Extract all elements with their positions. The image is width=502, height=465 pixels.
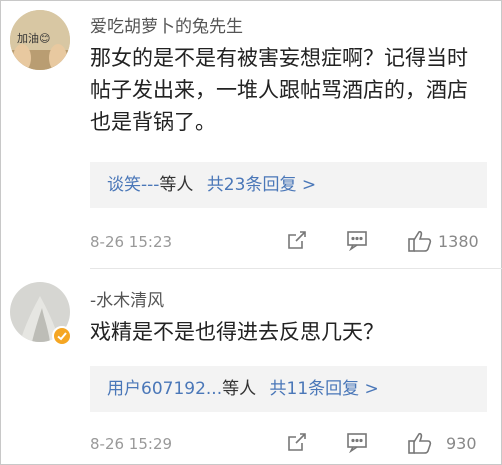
avatar-text: 加油😊 xyxy=(17,32,51,45)
thumbs-up-icon[interactable] xyxy=(407,229,433,257)
thumbs-up-icon[interactable] xyxy=(407,431,433,459)
reply-users-suffix: 等人 xyxy=(159,175,194,195)
reply-users-link[interactable]: 谈笑--- xyxy=(107,175,159,195)
reply-summary-box[interactable]: 用户607192...等人 共11条回复 > xyxy=(90,366,487,412)
comment-icon[interactable] xyxy=(346,431,368,457)
username[interactable]: -水木清风 xyxy=(90,286,164,311)
timestamp: 8-26 15:29 xyxy=(90,435,173,453)
comment-item: -水木清风 戏精是不是也得进去反思几天？ 用户607192...等人 共11条回… xyxy=(0,268,502,465)
reply-users-suffix: 等人 xyxy=(222,379,257,399)
username[interactable]: 爱吃胡萝卜的兔先生 xyxy=(90,12,243,37)
like-count: 930 xyxy=(446,434,477,453)
timestamp: 8-26 15:23 xyxy=(90,233,173,251)
reply-count-link[interactable]: 共11条回复 > xyxy=(270,379,379,399)
verified-badge-icon xyxy=(52,326,72,346)
avatar[interactable]: 加油😊 xyxy=(10,10,70,70)
comment-item: 加油😊 爱吃胡萝卜的兔先生 那女的是不是有被害妄想症啊？记得当时帖子发出来，一堆… xyxy=(0,0,502,262)
comment-meta-bar: 8-26 15:23 1380 xyxy=(90,227,487,257)
comment-text: 戏精是不是也得进去反思几天？ xyxy=(90,320,384,344)
share-icon[interactable] xyxy=(286,431,308,457)
reply-summary-box[interactable]: 谈笑---等人 共23条回复 > xyxy=(90,162,487,208)
comment-text: 那女的是不是有被害妄想症啊？记得当时帖子发出来，一堆人跟帖骂酒店的，酒店也是背锅… xyxy=(90,46,468,134)
like-count: 1380 xyxy=(438,232,479,251)
reply-count-link[interactable]: 共23条回复 > xyxy=(207,175,316,195)
reply-users-link[interactable]: 用户607192... xyxy=(107,379,222,399)
share-icon[interactable] xyxy=(286,229,308,255)
comment-icon[interactable] xyxy=(346,229,368,255)
comment-meta-bar: 8-26 15:29 930 xyxy=(90,429,487,459)
